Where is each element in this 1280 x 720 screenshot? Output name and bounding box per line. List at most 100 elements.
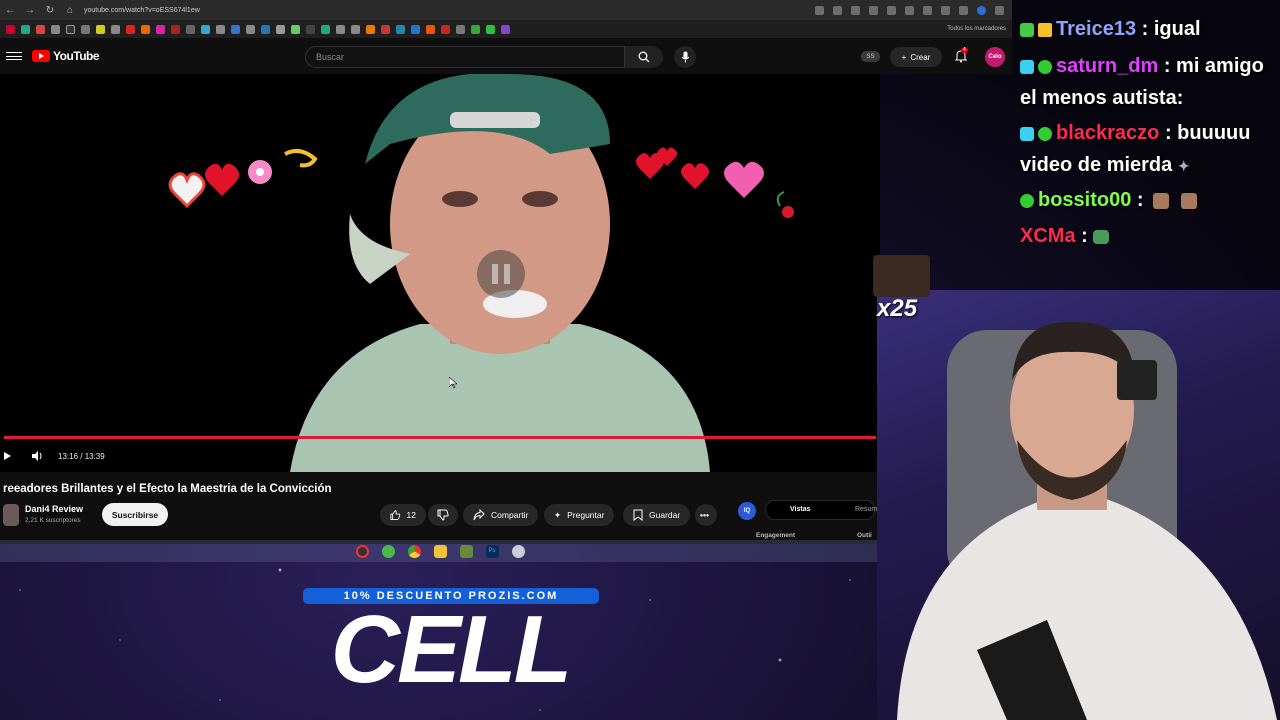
app-icon-green[interactable] (381, 544, 395, 558)
tab-vistas[interactable]: Vistas (790, 506, 811, 513)
app-icon-minecraft[interactable] (459, 544, 473, 558)
hamburger-menu-icon[interactable] (6, 49, 22, 63)
notification-count-badge: 4 (961, 47, 968, 53)
chat-message-continuation: el menos autista: (1020, 85, 1183, 111)
bookmark-icon[interactable] (336, 24, 345, 34)
chat-message: bossito00 : (1020, 187, 1201, 213)
play-icon[interactable] (4, 452, 11, 460)
reload-icon[interactable]: ↻ (40, 0, 60, 20)
video-player[interactable]: 13:16 / 13:39 (0, 74, 880, 472)
ss-badge[interactable]: SS (861, 51, 880, 62)
bookmark-icon[interactable] (396, 24, 405, 34)
bookmark-icon[interactable] (51, 24, 60, 34)
extension-icon[interactable] (923, 5, 932, 15)
search-input[interactable] (306, 47, 624, 67)
bookmark-icon[interactable] (321, 24, 330, 34)
bookmark-icon[interactable] (501, 24, 510, 34)
bookmark-icon[interactable] (171, 24, 180, 34)
search-button[interactable] (625, 46, 663, 68)
more-actions-button[interactable]: ••• (695, 504, 717, 526)
youtube-play-icon (32, 50, 50, 62)
bookmark-icon[interactable] (111, 24, 120, 34)
like-count: 12 (406, 510, 416, 520)
bookmark-icon[interactable] (186, 24, 195, 34)
face-emote-icon (1153, 192, 1170, 209)
bookmark-icon[interactable] (66, 24, 75, 34)
bookmark-icon[interactable] (36, 24, 45, 34)
chat-text: : igual (1141, 18, 1201, 40)
bookmark-icon (633, 509, 643, 521)
bookmark-icon[interactable] (201, 24, 210, 34)
bookmark-icon[interactable] (276, 24, 285, 34)
search-box (305, 46, 625, 68)
app-icon-record[interactable] (355, 544, 369, 558)
engagement-label: Engagement (756, 532, 796, 539)
more-icon: ••• (700, 510, 709, 520)
bookmark-icon[interactable] (21, 24, 30, 34)
bookmark-star-icon[interactable] (869, 5, 878, 15)
photoshop-icon[interactable]: Ps (485, 544, 499, 558)
folder-icon[interactable] (433, 544, 447, 558)
like-button[interactable]: 12 (380, 504, 426, 526)
bookmark-icon[interactable] (456, 24, 465, 34)
bookmark-icon[interactable] (126, 24, 135, 34)
bookmark-icon[interactable] (306, 24, 315, 34)
outline-label: Outli (857, 532, 872, 539)
bookmark-icon[interactable] (6, 24, 15, 34)
bookmark-icon[interactable] (246, 24, 255, 34)
channel-name[interactable]: Dani4 Review (25, 504, 83, 514)
cast-icon[interactable] (833, 5, 842, 15)
home-icon[interactable]: ⌂ (60, 0, 80, 20)
bookmark-icon[interactable] (231, 24, 240, 34)
bookmark-icon[interactable] (141, 24, 150, 34)
bookmark-icon[interactable] (471, 24, 480, 34)
bookmark-icon[interactable] (261, 24, 270, 34)
back-icon[interactable]: ← (0, 0, 20, 20)
puzzle-icon[interactable] (941, 5, 950, 15)
create-button[interactable]: + Crear (890, 47, 942, 67)
volume-icon[interactable] (31, 450, 43, 462)
chat-badge-icon (1038, 59, 1052, 74)
profile-icon[interactable] (977, 5, 986, 15)
save-button[interactable]: Guardar (623, 504, 691, 526)
chat-username: blackraczo (1056, 122, 1160, 144)
subscribe-button[interactable]: Suscribirse (102, 503, 168, 526)
extension-icon[interactable] (905, 5, 914, 15)
dislike-button[interactable] (428, 504, 458, 526)
bookmark-icon[interactable] (411, 24, 420, 34)
video-progress-bar[interactable] (4, 436, 876, 439)
bookmark-icon[interactable] (381, 24, 390, 34)
menu-icon[interactable] (959, 5, 968, 15)
account-avatar[interactable]: Celo (985, 47, 1005, 67)
iq-extension-badge[interactable]: IQ (738, 502, 756, 520)
extension-icon[interactable] (887, 5, 896, 15)
app-icon-misc[interactable] (511, 544, 525, 558)
address-bar[interactable]: youtube.com/watch?v=oESS674l1ew (84, 7, 804, 14)
tab-resumen[interactable]: Resum (855, 506, 877, 513)
youtube-logo[interactable]: YouTube (32, 49, 100, 63)
share-icon[interactable] (851, 5, 860, 15)
voice-search-button[interactable] (674, 46, 696, 68)
chrome-icon[interactable] (407, 544, 421, 558)
zoom-icon[interactable] (815, 5, 824, 15)
bookmark-icon[interactable] (486, 24, 495, 34)
frog-emote-icon (1093, 229, 1110, 244)
share-label: Compartir (491, 510, 529, 520)
bookmark-icon[interactable] (366, 24, 375, 34)
share-button[interactable]: Compartir (463, 504, 539, 526)
chat-username: bossito00 (1038, 189, 1132, 211)
forward-icon[interactable]: → (20, 0, 40, 20)
more-icon[interactable] (995, 5, 1004, 15)
bookmark-icon[interactable] (81, 24, 90, 34)
channel-avatar[interactable] (3, 504, 19, 526)
bookmark-icon[interactable] (96, 24, 105, 34)
ask-button[interactable]: ✦ Preguntar (544, 504, 615, 526)
bookmark-icon[interactable] (156, 24, 165, 34)
pause-overlay-icon[interactable] (477, 250, 525, 298)
all-bookmarks-label[interactable]: Todos los marcadores (947, 26, 1006, 32)
bookmark-icon[interactable] (441, 24, 450, 34)
bookmark-icon[interactable] (291, 24, 300, 34)
bookmark-icon[interactable] (216, 24, 225, 34)
bookmark-icon[interactable] (426, 24, 435, 34)
bookmark-icon[interactable] (351, 24, 360, 34)
